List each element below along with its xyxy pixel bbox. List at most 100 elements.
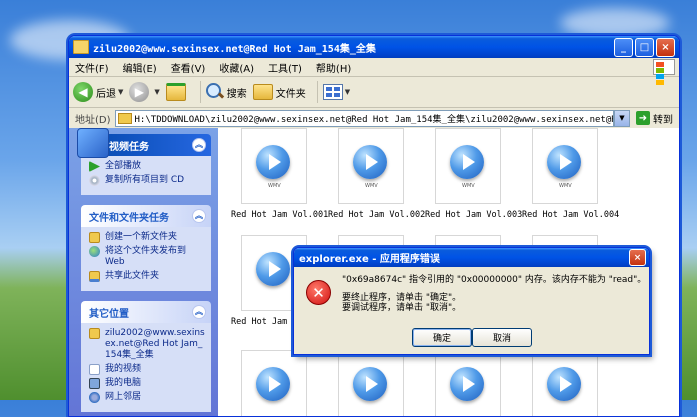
parent-folder-link[interactable]: zilu2002@www.sexinsex.net@Red Hot Jam_15… [89,328,205,361]
file-name: Red Hot Jam Vol.001 [231,210,329,220]
my-videos-icon [89,364,100,375]
forward-button[interactable]: ▶ ▼ [129,82,160,102]
address-dropdown-button[interactable]: ▼ [614,109,630,127]
up-folder-icon [165,83,186,101]
new-folder-icon [89,232,100,243]
minimize-button[interactable]: _ [614,37,633,57]
file-name: Red Hot Jam Vol.002 [328,210,426,220]
my-videos-link[interactable]: 我的视频 [89,364,205,375]
maximize-button[interactable]: □ [635,37,654,57]
folder-icon [73,40,89,54]
other-places-header[interactable]: 其它位置 ︽ [81,301,211,323]
media-file-icon [547,367,581,401]
file-item[interactable]: WMV Red Hot Jam Vol.003 [425,128,523,220]
address-label: 地址(D) [75,114,111,126]
go-arrow-icon: ➜ [636,111,650,125]
menu-view[interactable]: 查看(V) [171,60,206,75]
back-button[interactable]: ◀ 后退 ▼ [73,82,123,102]
explorer-window: zilu2002@www.sexinsex.net@Red Hot Jam_15… [68,35,680,417]
new-folder-link[interactable]: 创建一个新文件夹 [89,232,205,243]
menu-help[interactable]: 帮助(H) [316,60,351,75]
window-titlebar[interactable]: zilu2002@www.sexinsex.net@Red Hot Jam_15… [69,36,679,58]
menu-edit[interactable]: 编辑(E) [123,60,157,75]
collapse-icon[interactable]: ︽ [192,209,206,223]
media-file-icon [450,367,484,401]
copy-to-cd-label: 复制所有项目到 CD [105,175,185,185]
computer-icon [89,378,100,389]
address-input[interactable]: H:\TDDOWNLOAD\zilu2002@www.sexinsex.net@… [114,109,614,127]
folders-icon [252,84,273,100]
toolbar: ◀ 后退 ▼ ▶ ▼ 搜索 文件夹 ▼ [69,77,679,108]
cloud [560,8,670,38]
video-tasks-header[interactable]: 视频任务 ︽ [77,128,211,158]
share-folder-label: 共享此文件夹 [105,271,160,281]
toolbar-divider [199,81,201,103]
error-dialog: explorer.exe - 应用程序错误 × ✕ "0x69a8674c" 指… [293,247,650,355]
menu-tools[interactable]: 工具(T) [268,60,302,75]
chevron-down-icon: ▼ [118,88,124,96]
forward-arrow-icon: ▶ [129,82,150,102]
collapse-icon[interactable]: ︽ [192,138,206,152]
parent-folder-label: zilu2002@www.sexinsex.net@Red Hot Jam_15… [105,328,205,360]
window-title: zilu2002@www.sexinsex.net@Red Hot Jam_15… [93,43,376,55]
file-item[interactable]: WMV Red Hot Jam Vol.001 [231,128,329,220]
file-tasks-panel: 文件和文件夹任务 ︽ 创建一个新文件夹 将这个文件夹发布到 Web 共享此文件夹 [81,205,211,291]
network-icon [89,392,100,403]
file-item[interactable] [425,350,511,416]
task-pane: 视频任务 ︽ 全部播放 复制所有项目到 CD 文件和文件夹任务 ︽ 创建一个新文… [69,128,218,416]
file-type-tag: WMV [559,183,572,189]
file-type-tag: WMV [268,183,281,189]
file-name: Red Hot Jam Vol.003 [425,210,523,220]
my-computer-link[interactable]: 我的电脑 [89,378,205,389]
close-button[interactable]: × [656,37,675,57]
other-places-panel: 其它位置 ︽ zilu2002@www.sexinsex.net@Red Hot… [81,301,211,412]
address-bar: 地址(D) H:\TDDOWNLOAD\zilu2002@www.sexinse… [69,108,679,129]
folders-button[interactable]: 文件夹 [252,84,306,100]
menu-favorites[interactable]: 收藏(A) [219,60,254,75]
share-folder-link[interactable]: 共享此文件夹 [89,271,205,282]
dialog-close-button[interactable]: × [629,249,646,266]
cancel-button[interactable]: 取消 [472,328,532,347]
menu-bar: 文件(F) 编辑(E) 查看(V) 收藏(A) 工具(T) 帮助(H) [69,58,679,85]
play-icon [89,161,100,172]
dialog-titlebar[interactable]: explorer.exe - 应用程序错误 × [294,248,649,267]
collapse-icon[interactable]: ︽ [192,305,206,319]
address-value: H:\TDDOWNLOAD\zilu2002@www.sexinsex.net@… [134,114,614,125]
video-tasks-panel: 视频任务 ︽ 全部播放 复制所有项目到 CD [77,128,211,195]
search-button[interactable]: 搜索 [205,83,247,101]
menu-file[interactable]: 文件(F) [75,60,109,75]
file-type-tag: WMV [365,183,378,189]
file-item[interactable]: WMV Red Hot Jam Vol.004 [522,128,620,220]
file-thumbnail: WMV [241,128,307,204]
my-videos-label: 我的视频 [105,364,142,374]
my-computer-label: 我的电脑 [105,378,142,388]
up-folder-button[interactable] [165,83,189,101]
dialog-message: "0x69a8674c" 指令引用的 "0x00000000" 内存。该内存不能… [342,275,647,285]
media-file-icon [353,367,387,401]
publish-web-link[interactable]: 将这个文件夹发布到 Web [89,246,205,268]
file-tasks-header[interactable]: 文件和文件夹任务 ︽ [81,205,211,227]
globe-icon [89,246,100,257]
go-button[interactable]: ➜ 转到 [636,111,673,126]
file-name: Red Hot Jam Vol.004 [522,210,620,220]
video-tasks-body: 全部播放 复制所有项目到 CD [81,156,211,195]
copy-to-cd-link[interactable]: 复制所有项目到 CD [89,175,205,186]
file-item[interactable] [231,350,317,416]
file-item[interactable]: WMV Red Hot Jam Vol.002 [328,128,426,220]
search-icon [205,83,224,101]
other-places-title: 其它位置 [89,308,129,320]
ok-button[interactable]: 确定 [412,328,472,347]
play-all-label: 全部播放 [105,161,142,171]
new-folder-label: 创建一个新文件夹 [105,232,178,242]
views-button[interactable]: ▼ [322,84,350,100]
file-item[interactable] [328,350,414,416]
media-file-icon [353,145,387,179]
windows-logo-icon [653,59,675,85]
network-places-link[interactable]: 网上邻居 [89,392,205,403]
file-type-tag: WMV [462,183,475,189]
terminate-instruction: 要终止程序，请单击 "确定"。 [342,293,462,303]
file-item[interactable] [522,350,608,416]
video-tasks-title: 视频任务 [109,141,149,153]
back-arrow-icon: ◀ [73,82,93,102]
play-all-link[interactable]: 全部播放 [89,161,205,172]
